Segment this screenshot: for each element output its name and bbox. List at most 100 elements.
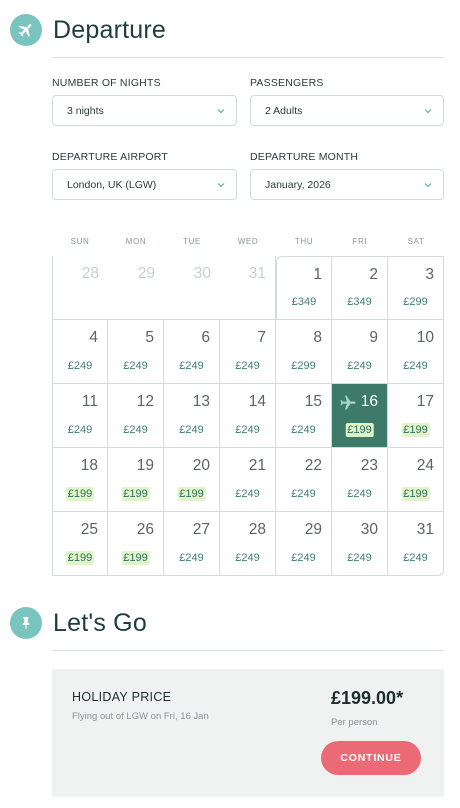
day-price: £199 bbox=[401, 423, 430, 437]
calendar-day[interactable]: 26 £199 bbox=[108, 512, 164, 576]
calendar-day[interactable]: 24 £199 bbox=[388, 448, 444, 512]
airport-select[interactable]: London, UK (LGW) bbox=[52, 169, 237, 200]
calendar-day[interactable]: 9 £249 bbox=[332, 320, 388, 384]
weekday-wed: WED bbox=[237, 237, 259, 246]
calendar-day[interactable]: 19 £199 bbox=[108, 448, 164, 512]
day-number: 3 bbox=[425, 266, 434, 283]
calendar-day[interactable]: 2 £349 bbox=[332, 256, 388, 320]
calendar-day[interactable]: 18 £199 bbox=[52, 448, 108, 512]
day-price: £199 bbox=[401, 487, 430, 501]
calendar-day[interactable]: 6 £249 bbox=[164, 320, 220, 384]
day-number: 17 bbox=[416, 393, 434, 410]
passengers-select[interactable]: 2 Adults bbox=[250, 95, 444, 126]
day-number: 10 bbox=[416, 329, 434, 346]
calendar-day[interactable]: 3 £299 bbox=[388, 256, 444, 320]
nights-label: NUMBER OF NIGHTS bbox=[52, 77, 161, 89]
calendar-day[interactable]: 20 £199 bbox=[164, 448, 220, 512]
day-number: 28 bbox=[81, 265, 99, 282]
weekday-sun: SUN bbox=[70, 237, 90, 246]
chevron-down-icon bbox=[424, 183, 432, 188]
day-number: 15 bbox=[304, 393, 322, 410]
calendar-day[interactable]: 17 £199 bbox=[388, 384, 444, 448]
month-value: January, 2026 bbox=[265, 178, 331, 191]
day-number: 16 bbox=[360, 393, 378, 410]
day-price: £249 bbox=[67, 424, 93, 436]
day-number: 22 bbox=[304, 457, 322, 474]
calendar-day[interactable]: 13 £249 bbox=[164, 384, 220, 448]
day-number: 18 bbox=[80, 457, 98, 474]
day-number: 30 bbox=[193, 265, 211, 282]
calendar-day[interactable]: 14 £249 bbox=[220, 384, 276, 448]
day-number: 14 bbox=[248, 393, 266, 410]
calendar-day[interactable]: 5 £249 bbox=[108, 320, 164, 384]
calendar-day-prev-month: 29 bbox=[108, 256, 164, 320]
day-price: £249 bbox=[235, 360, 260, 372]
calendar-day[interactable]: 30 £249 bbox=[332, 512, 388, 576]
day-price: £249 bbox=[291, 488, 316, 500]
departure-header: Departure bbox=[10, 14, 166, 46]
calendar-day[interactable]: 22 £249 bbox=[276, 448, 332, 512]
passengers-label: PASSENGERS bbox=[250, 77, 324, 89]
weekday-thu: THU bbox=[294, 237, 314, 246]
calendar-day[interactable]: 12 £249 bbox=[108, 384, 164, 448]
calendar-day[interactable]: 7 £249 bbox=[220, 320, 276, 384]
day-price: £249 bbox=[291, 552, 316, 564]
calendar-day[interactable]: 23 £249 bbox=[332, 448, 388, 512]
letsgo-header: Let's Go bbox=[10, 607, 147, 639]
calendar-day[interactable]: 1 £349 bbox=[276, 256, 332, 320]
section-title-letsgo: Let's Go bbox=[53, 608, 147, 637]
chevron-down-icon bbox=[217, 109, 225, 114]
calendar-day[interactable]: 29 £249 bbox=[276, 512, 332, 576]
chevron-down-icon bbox=[424, 109, 432, 114]
divider bbox=[52, 650, 444, 651]
day-number: 8 bbox=[313, 329, 322, 346]
day-price: £249 bbox=[123, 424, 148, 436]
nights-value: 3 nights bbox=[67, 104, 104, 117]
month-label: DEPARTURE MONTH bbox=[250, 151, 359, 163]
day-number: 21 bbox=[248, 457, 266, 474]
month-select[interactable]: January, 2026 bbox=[250, 169, 444, 200]
calendar-day[interactable]: 25 £199 bbox=[52, 512, 108, 576]
calendar-day[interactable]: 31 £249 bbox=[388, 512, 444, 576]
nights-select[interactable]: 3 nights bbox=[52, 95, 237, 126]
day-price: £299 bbox=[403, 296, 428, 308]
calendar-day[interactable]: 8 £299 bbox=[276, 320, 332, 384]
day-price: £199 bbox=[177, 487, 206, 501]
day-price: £199 bbox=[65, 487, 95, 501]
weekday-fri: FRI bbox=[352, 237, 368, 246]
day-price: £199 bbox=[121, 551, 150, 565]
day-price: £199 bbox=[65, 551, 95, 565]
per-person-label: Per person bbox=[331, 717, 378, 728]
day-price: £249 bbox=[235, 424, 260, 436]
calendar-day-selected[interactable]: 16 £199 bbox=[332, 384, 388, 448]
calendar-day[interactable]: 4 £249 bbox=[52, 320, 108, 384]
day-number: 23 bbox=[360, 457, 378, 474]
day-price: £249 bbox=[347, 488, 372, 500]
section-title-departure: Departure bbox=[53, 15, 166, 44]
day-price: £199 bbox=[121, 487, 150, 501]
weekday-tue: TUE bbox=[183, 237, 201, 246]
continue-button[interactable]: CONTINUE bbox=[321, 741, 421, 775]
calendar-day[interactable]: 15 £249 bbox=[276, 384, 332, 448]
day-number: 29 bbox=[304, 521, 322, 538]
day-number: 13 bbox=[192, 393, 210, 410]
day-price: £299 bbox=[291, 360, 316, 372]
day-number: 29 bbox=[137, 265, 155, 282]
calendar-day-prev-month: 31 bbox=[220, 256, 276, 320]
day-number: 2 bbox=[369, 266, 378, 283]
calendar-day[interactable]: 10 £249 bbox=[388, 320, 444, 384]
day-number: 9 bbox=[369, 329, 378, 346]
holiday-summary-card: HOLIDAY PRICE Flying out of LGW on Fri, … bbox=[52, 669, 444, 797]
airplane-icon bbox=[10, 14, 42, 46]
calendar-day[interactable]: 21 £249 bbox=[220, 448, 276, 512]
calendar-day[interactable]: 28 £249 bbox=[220, 512, 276, 576]
day-number: 28 bbox=[248, 521, 266, 538]
day-price: £249 bbox=[291, 424, 316, 436]
day-price: £249 bbox=[235, 488, 260, 500]
day-number: 20 bbox=[192, 457, 210, 474]
calendar-day[interactable]: 27 £249 bbox=[164, 512, 220, 576]
passengers-value: 2 Adults bbox=[265, 104, 303, 117]
calendar-day[interactable]: 11 £249 bbox=[52, 384, 108, 448]
day-number: 19 bbox=[136, 457, 154, 474]
holiday-price: £199.00* bbox=[331, 688, 404, 708]
